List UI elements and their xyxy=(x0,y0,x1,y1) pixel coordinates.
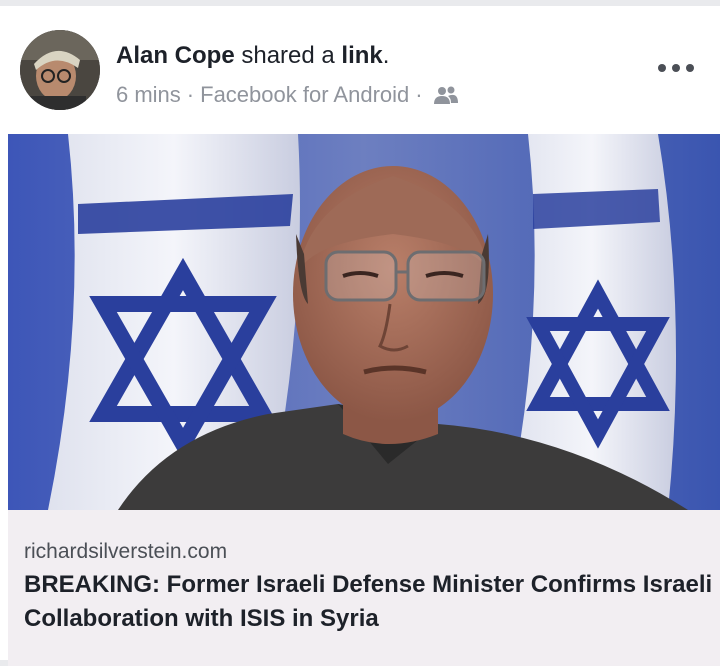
link-word[interactable]: link xyxy=(341,42,382,69)
action-text: shared a xyxy=(234,42,342,69)
friends-icon[interactable] xyxy=(433,85,459,105)
author-name[interactable]: Alan Cope xyxy=(116,42,235,69)
timestamp[interactable]: 6 mins xyxy=(116,82,181,108)
meta-separator: · xyxy=(186,82,195,107)
post-meta: 6 mins · Facebook for Android · xyxy=(116,82,459,108)
app-name: Facebook for Android xyxy=(200,82,410,107)
link-headline[interactable]: BREAKING: Former Israeli Defense Ministe… xyxy=(24,568,714,636)
period: . xyxy=(382,42,390,69)
post-title: Alan Cope shared a link. xyxy=(116,42,389,70)
meta-separator-2: · xyxy=(415,82,423,107)
ellipsis-icon xyxy=(658,64,666,72)
post-header: Alan Cope shared a link. 6 mins · Facebo… xyxy=(0,12,720,134)
link-domain: richardsilverstein.com xyxy=(24,540,228,563)
more-options-button[interactable] xyxy=(652,56,700,80)
link-preview[interactable]: richardsilverstein.com BREAKING: Former … xyxy=(8,510,720,666)
author-avatar[interactable] xyxy=(20,30,100,110)
link-image[interactable] xyxy=(8,134,720,510)
post-card: Alan Cope shared a link. 6 mins · Facebo… xyxy=(0,0,720,666)
